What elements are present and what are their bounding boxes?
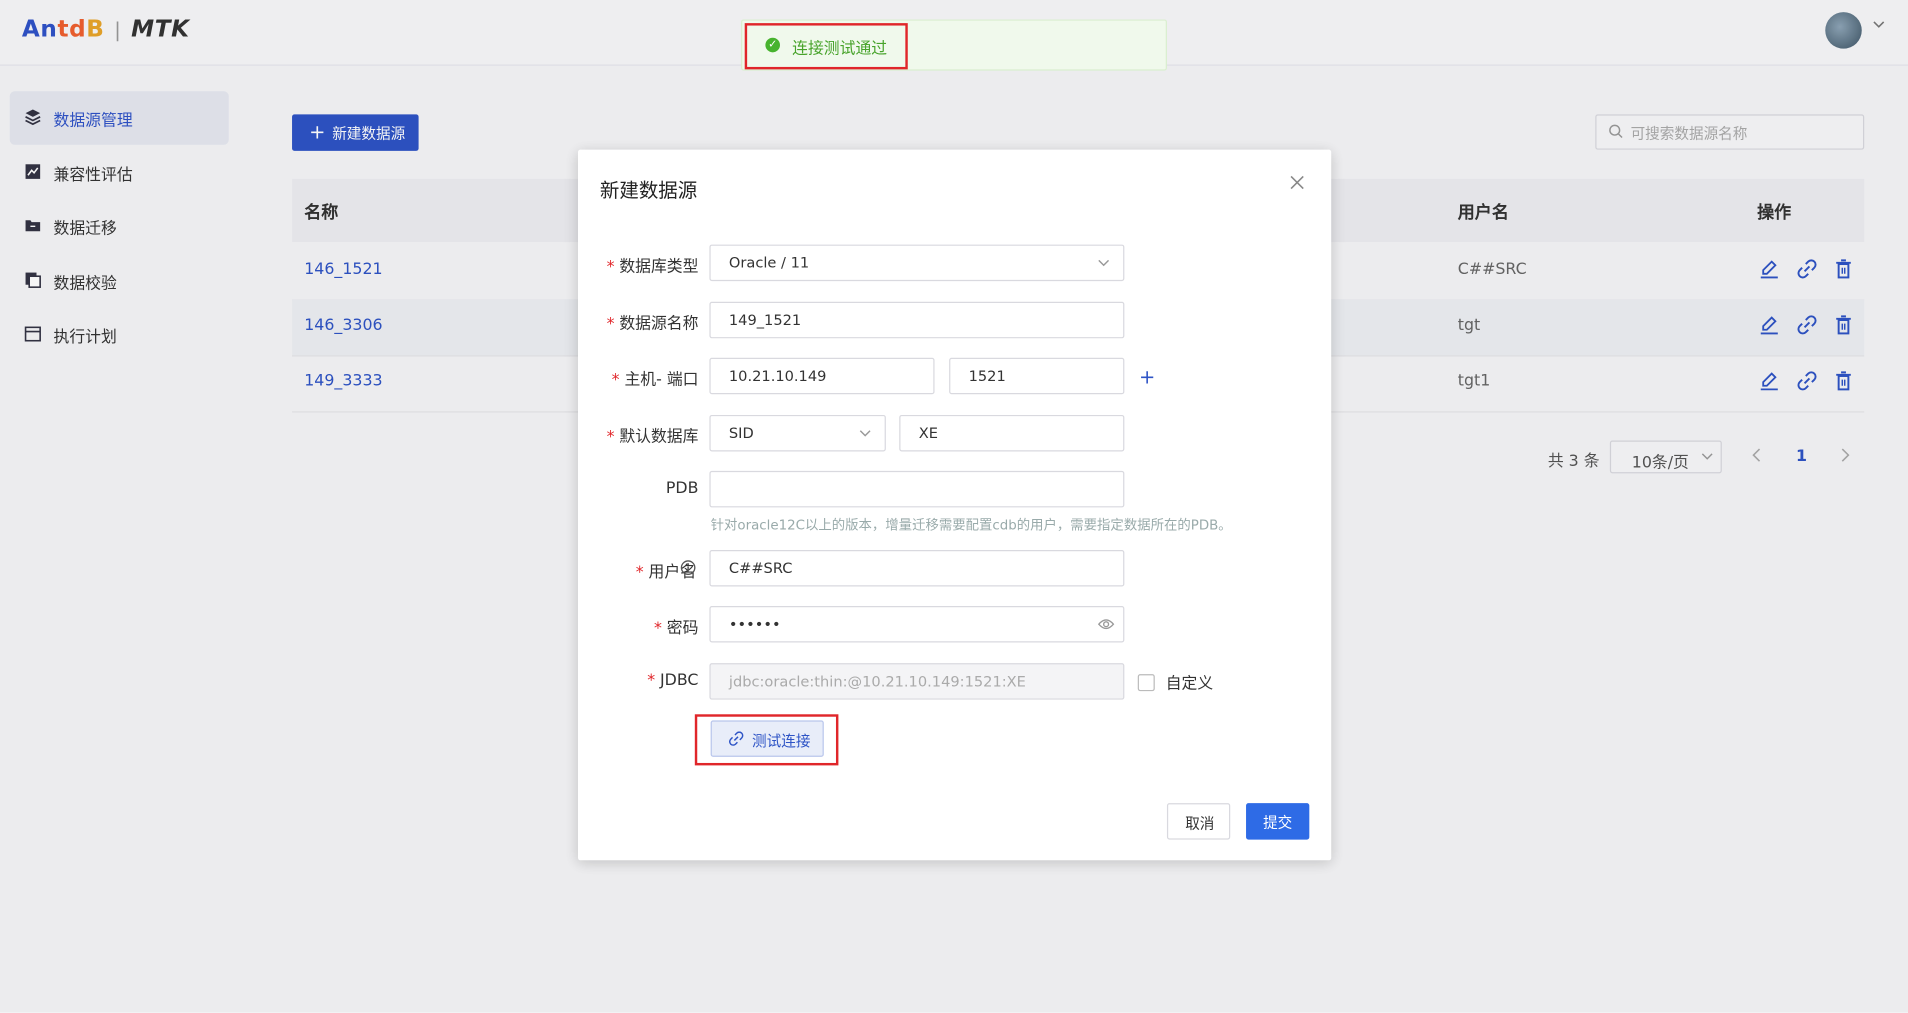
password-input[interactable]: •••••• xyxy=(709,605,1125,643)
field-label: * JDBC xyxy=(647,671,699,690)
field-label: * 数据源名称 xyxy=(606,315,699,334)
db-mode-select[interactable]: SID xyxy=(709,414,886,452)
input-value: C##SRC xyxy=(728,559,793,577)
field-password: * 密码 •••••• xyxy=(578,605,1331,643)
port-input[interactable]: 1521 xyxy=(949,357,1125,395)
modal-title: 新建数据源 xyxy=(599,178,698,202)
field-ds-name: * 数据源名称 149_1521 xyxy=(578,301,1331,339)
field-jdbc: * JDBC jdbc:oracle:thin:@10.21.10.149:152… xyxy=(578,663,1331,700)
field-pdb: PDB xyxy=(578,470,1331,508)
input-value: 149_1521 xyxy=(728,311,802,329)
submit-button[interactable]: 提交 xyxy=(1246,803,1310,840)
button-label: 提交 xyxy=(1263,814,1293,832)
field-label: PDB xyxy=(665,479,699,498)
input-value: 1521 xyxy=(968,367,1006,385)
field-label: * 默认数据库 xyxy=(606,428,699,447)
highlight-box xyxy=(694,714,839,766)
chevron-down-icon xyxy=(1098,259,1110,267)
field-label: * 主机- 端口 xyxy=(611,371,699,390)
close-icon[interactable] xyxy=(1289,174,1306,191)
jdbc-input: jdbc:oracle:thin:@10.21.10.149:1521:XE xyxy=(709,663,1125,700)
eye-icon[interactable] xyxy=(1097,618,1115,630)
new-datasource-modal: 新建数据源 * 数据库类型 Oracle / 11 * 数据源名称 149_1521… xyxy=(577,149,1332,861)
pdb-input[interactable] xyxy=(709,470,1125,508)
select-value: Oracle / 11 xyxy=(728,254,810,272)
field-default-db: * 默认数据库 SID XE xyxy=(578,414,1331,452)
pdb-hint: 针对oracle12C以上的版本，增量迁移需要配置cdb的用户，需要指定数据所在… xyxy=(710,517,1232,533)
info-icon[interactable] xyxy=(680,560,696,576)
input-value: XE xyxy=(918,424,938,442)
username-input[interactable]: C##SRC xyxy=(709,550,1125,587)
db-type-select[interactable]: Oracle / 11 xyxy=(709,244,1125,282)
field-db-type: * 数据库类型 Oracle / 11 xyxy=(578,244,1331,282)
input-value: jdbc:oracle:thin:@10.21.10.149:1521:XE xyxy=(728,672,1026,690)
ds-name-input[interactable]: 149_1521 xyxy=(709,301,1125,339)
custom-jdbc-label: 自定义 xyxy=(1165,675,1214,694)
default-db-input[interactable]: XE xyxy=(899,414,1125,452)
custom-jdbc-checkbox[interactable] xyxy=(1137,674,1155,692)
field-username: * 用户名 C##SRC xyxy=(578,550,1331,587)
chevron-down-icon xyxy=(859,430,871,437)
field-label: * 密码 xyxy=(654,619,699,638)
field-label: * 数据库类型 xyxy=(606,257,699,277)
field-host-port: * 主机- 端口 10.21.10.149 1521 + xyxy=(578,357,1331,395)
input-value: •••••• xyxy=(728,615,781,633)
input-value: 10.21.10.149 xyxy=(728,367,827,385)
select-value: SID xyxy=(728,424,754,442)
add-host-icon[interactable]: + xyxy=(1139,365,1155,388)
button-label: 取消 xyxy=(1185,815,1215,833)
cancel-button[interactable]: 取消 xyxy=(1166,803,1231,840)
host-input[interactable]: 10.21.10.149 xyxy=(709,357,935,395)
highlight-box xyxy=(744,23,908,70)
